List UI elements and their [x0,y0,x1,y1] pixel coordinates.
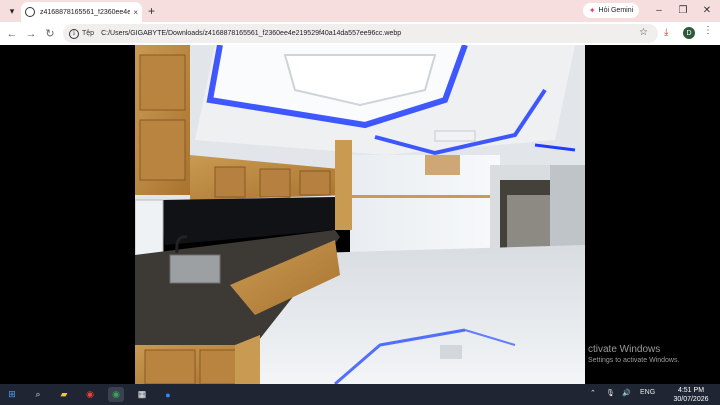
tray-chevron-icon[interactable]: ⌃ [590,389,596,397]
site-chip-label: Tệp [82,30,95,37]
microphone-icon[interactable]: 🎙 [606,389,615,397]
browser-tab[interactable]: z4168878165561_f2360ee4e219 × [21,2,142,22]
new-tab-button[interactable]: + [148,3,155,19]
activate-windows-watermark: ctivate Windows Settings to activate Win… [588,344,679,364]
gemini-label: Hỏi Gemini [598,7,634,14]
chrome-icon[interactable]: ◉ [82,387,98,402]
file-explorer-icon[interactable]: ▰ [56,387,72,402]
app-grid-icon[interactable]: ▦ [134,387,150,402]
activate-windows-title: ctivate Windows [588,344,661,355]
globe-icon [25,7,35,17]
minimize-button[interactable]: – [649,3,669,19]
restore-button[interactable]: ❐ [673,3,693,19]
tab-title: z4168878165561_f2360ee4e219 [40,8,131,16]
reload-icon[interactable]: ↻ [42,26,58,42]
browser-toolbar: ← → ↻ i Tệp C:/Users/GIGABYTE/Downloads/… [0,22,720,45]
download-icon[interactable]: ⤓ [664,27,668,38]
gemini-sparkle-icon: ✦ [588,6,596,15]
forward-arrow-icon[interactable]: → [23,26,39,42]
chrome-active-icon[interactable]: ◉ [108,387,124,402]
image-viewer: ctivate Windows Settings to activate Win… [0,45,720,384]
ask-gemini-button[interactable]: ✦ Hỏi Gemini [583,3,639,18]
close-window-button[interactable]: ✕ [697,3,717,19]
taskbar: ⊞ ⌕ ▰ ◉ ◉ ▦ ● ⌃ 🎙 🔊 ENG 4:51 PM 30/07/20… [0,384,720,405]
system-clock[interactable]: 4:51 PM 30/07/2026 [670,386,712,404]
tab-strip: ▾ z4168878165561_f2360ee4e219 × + ✦ Hỏi … [0,0,720,22]
search-icon[interactable]: ⌕ [30,387,46,402]
kitchen-interior-photo[interactable] [135,45,585,384]
clock-time: 4:51 PM [677,387,705,394]
windows-start-icon[interactable]: ⊞ [4,387,20,402]
speaker-icon[interactable]: 🔊 [622,389,631,397]
profile-avatar[interactable]: D [683,27,695,39]
tab-search-icon[interactable]: ▾ [4,3,20,19]
activate-windows-subtitle: Settings to activate Windows. [588,357,680,364]
clock-date: 30/07/2026 [673,396,709,403]
kitchen-photo-art [135,45,585,384]
url-text[interactable]: C:/Users/GIGABYTE/Downloads/z41688781655… [101,30,401,37]
more-menu-icon[interactable]: ⋮ [703,25,713,36]
info-icon[interactable]: i [69,28,79,39]
zalo-icon[interactable]: ● [160,387,176,402]
tab-close-button[interactable]: × [133,8,138,17]
language-indicator[interactable]: ENG [640,389,655,396]
back-arrow-icon[interactable]: ← [4,26,20,42]
bookmark-star-icon[interactable]: ☆ [639,27,648,38]
address-bar[interactable]: i Tệp C:/Users/GIGABYTE/Downloads/z41688… [63,24,658,43]
